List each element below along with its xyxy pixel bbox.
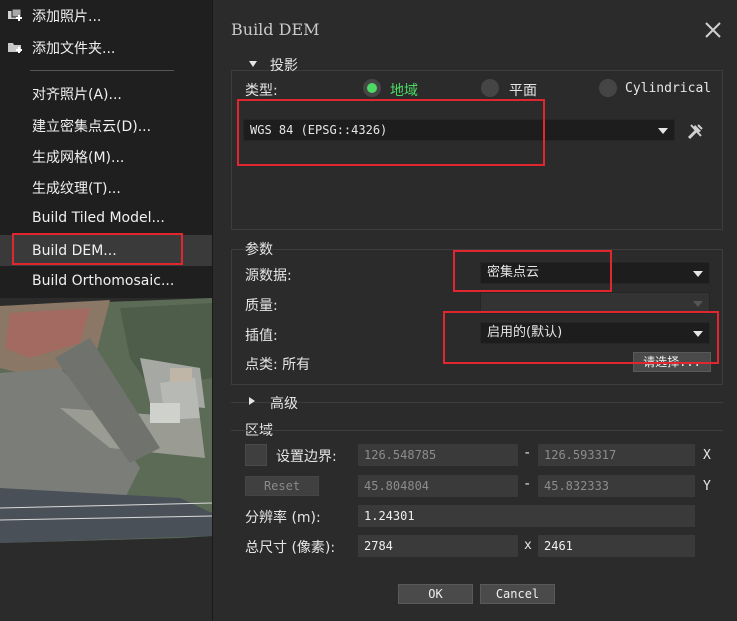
add-photos-icon (8, 8, 22, 21)
resolution-label: 分辨率 (m): (245, 510, 321, 526)
reset-button[interactable]: Reset (245, 476, 319, 496)
chevron-down-icon (658, 128, 668, 134)
radio-cylindrical[interactable] (599, 79, 617, 97)
aerial-image (0, 298, 212, 621)
advanced-header: 高级 (270, 396, 298, 412)
parameters-header: 参数 (245, 242, 273, 258)
projection-type-label: 类型: (245, 83, 278, 99)
quality-select (480, 292, 710, 314)
menu-item-build-orthomosaic[interactable]: Build Orthomosaic... (0, 267, 212, 295)
menu-item-build-dem[interactable]: Build DEM... (0, 235, 212, 266)
menu-item-build-mesh[interactable]: 生成网格(M)... (0, 143, 212, 171)
chevron-down-icon (693, 331, 703, 337)
menu-item-add-folder[interactable]: 添加文件夹... (0, 34, 212, 62)
menu-item-build-dense-cloud[interactable]: 建立密集点云(D)... (0, 112, 212, 140)
cancel-button[interactable]: Cancel (480, 584, 555, 604)
menu-item-build-texture[interactable]: 生成纹理(T)... (0, 174, 212, 202)
advanced-group (231, 402, 723, 412)
add-folder-icon (8, 43, 22, 53)
range-dash: - (523, 476, 532, 492)
menu-item-label: Build DEM... (32, 242, 117, 259)
menu-item-label: 添加照片... (32, 9, 102, 25)
expand-triangle-icon[interactable] (249, 397, 255, 405)
x-axis-label: X (703, 448, 711, 463)
x-max-field[interactable]: 126.593317 (538, 444, 695, 466)
crs-settings-tools-icon[interactable] (686, 121, 706, 141)
select-classes-button[interactable]: 请选择... (633, 352, 711, 372)
menu-separator (30, 70, 174, 71)
total-size-label: 总尺寸 (像素): (245, 540, 336, 556)
radio-planar-label: 平面 (509, 83, 537, 99)
quality-label: 质量: (245, 298, 278, 314)
set-bounds-label: 设置边界: (276, 449, 337, 465)
height-pixels-field[interactable]: 2461 (538, 535, 695, 557)
crs-select[interactable]: WGS 84 (EPSG::4326) (243, 119, 675, 141)
radio-geographic-label: 地域 (390, 83, 418, 99)
interpolation-label: 插值: (245, 328, 278, 344)
ok-button[interactable]: OK (398, 584, 473, 604)
menu-item-label: 生成网格(M)... (32, 150, 125, 166)
resolution-field[interactable]: 1.24301 (358, 505, 695, 527)
menu-item-label: 添加文件夹... (32, 41, 116, 57)
crs-select-value: WGS 84 (EPSG::4326) (250, 123, 388, 137)
interpolation-select[interactable]: 启用的(默认) (480, 322, 710, 344)
projection-header: 投影 (270, 58, 298, 74)
build-dem-dialog: Build DEM 投影 类型: 地域 平面 Cylindrical WGS 8… (212, 0, 737, 621)
chevron-down-icon (693, 271, 703, 277)
menu-item-label: Build Orthomosaic... (32, 273, 175, 289)
radio-planar[interactable] (481, 79, 499, 97)
aerial-photo-graphic (0, 298, 212, 621)
close-icon[interactable] (703, 20, 723, 40)
context-menu: 添加照片... 添加文件夹... 对齐照片(A)... 建立密集点云(D)...… (0, 0, 212, 298)
menu-item-label: Build Tiled Model... (32, 210, 165, 226)
size-separator: x (524, 538, 532, 553)
set-bounds-checkbox[interactable] (245, 444, 267, 466)
menu-item-label: 对齐照片(A)... (32, 87, 122, 103)
menu-item-add-photos[interactable]: 添加照片... (0, 2, 212, 30)
menu-item-align-photos[interactable]: 对齐照片(A)... (0, 80, 212, 108)
range-dash: - (523, 445, 532, 461)
radio-geographic[interactable] (363, 79, 381, 97)
x-min-field[interactable]: 126.548785 (358, 444, 518, 466)
dialog-title: Build DEM (231, 20, 320, 39)
width-pixels-field[interactable]: 2784 (358, 535, 518, 557)
chevron-down-icon (693, 301, 703, 307)
y-axis-label: Y (703, 479, 711, 494)
menu-item-build-tiled-model[interactable]: Build Tiled Model... (0, 204, 212, 232)
source-data-label: 源数据: (245, 268, 292, 284)
point-classes-label: 点类: 所有 (245, 357, 311, 373)
collapse-triangle-icon[interactable] (249, 61, 257, 67)
y-min-field[interactable]: 45.804804 (358, 475, 518, 497)
menu-item-label: 建立密集点云(D)... (32, 119, 152, 135)
menu-item-label: 生成纹理(T)... (32, 181, 121, 197)
source-data-value: 密集点云 (487, 265, 540, 280)
y-max-field[interactable]: 45.832333 (538, 475, 695, 497)
source-data-select[interactable]: 密集点云 (480, 262, 710, 284)
interpolation-value: 启用的(默认) (487, 325, 563, 340)
radio-cylindrical-label: Cylindrical (625, 81, 712, 96)
